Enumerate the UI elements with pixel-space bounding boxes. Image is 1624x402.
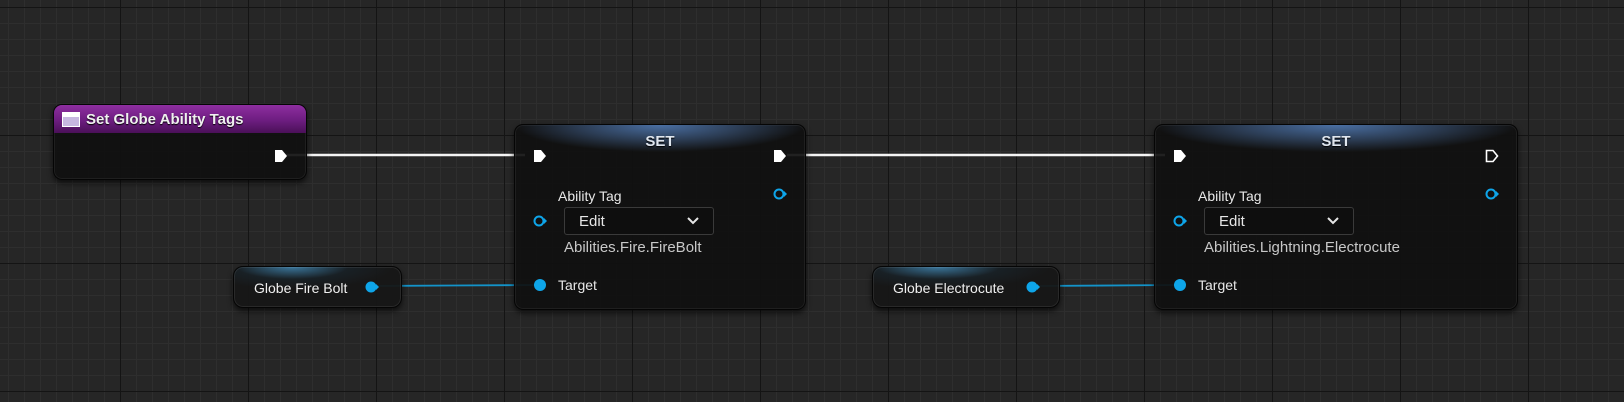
chevron-down-icon: [687, 217, 699, 225]
exec-input-pin[interactable]: [533, 149, 547, 163]
ability-tag-value: Abilities.Fire.FireBolt: [564, 239, 702, 256]
target-label: Target: [1198, 277, 1237, 293]
variable-output-pin[interactable]: [365, 280, 379, 294]
variable-label: Globe Electrocute: [893, 280, 1005, 296]
target-input-pin[interactable]: [533, 278, 547, 292]
variable-node-globe-electrocute[interactable]: Globe Electrocute: [872, 266, 1060, 308]
variable-label: Globe Fire Bolt: [254, 280, 348, 296]
target-label: Target: [558, 277, 597, 293]
event-node-title: Set Globe Ability Tags: [86, 110, 244, 128]
event-node-header: Set Globe Ability Tags: [54, 105, 306, 133]
exec-input-pin[interactable]: [1173, 149, 1187, 163]
exec-output-pin-unconnected[interactable]: [1485, 149, 1499, 163]
chevron-down-icon: [1327, 217, 1339, 225]
set-node-header: SET: [515, 125, 805, 155]
exec-output-pin[interactable]: [274, 149, 288, 163]
ability-tag-output-pin[interactable]: [773, 187, 787, 201]
event-icon: [62, 111, 80, 127]
ability-tag-input-pin[interactable]: [1173, 214, 1187, 228]
ability-tag-dropdown[interactable]: Edit: [564, 207, 714, 235]
variable-output-pin[interactable]: [1026, 280, 1040, 294]
target-input-pin[interactable]: [1173, 278, 1187, 292]
ability-tag-output-pin[interactable]: [1485, 187, 1499, 201]
set-node-lightning[interactable]: SET Ability Tag Edit Abilities.Lightning…: [1154, 124, 1518, 310]
custom-event-node[interactable]: Set Globe Ability Tags: [53, 104, 307, 180]
ability-tag-label: Ability Tag: [1198, 188, 1262, 204]
ability-tag-dropdown[interactable]: Edit: [1204, 207, 1354, 235]
ability-tag-value: Abilities.Lightning.Electrocute: [1204, 239, 1400, 256]
exec-output-pin[interactable]: [773, 149, 787, 163]
ability-tag-label: Ability Tag: [558, 188, 622, 204]
set-node-header: SET: [1155, 125, 1517, 155]
ability-tag-input-pin[interactable]: [533, 214, 547, 228]
variable-node-globe-fire-bolt[interactable]: Globe Fire Bolt: [233, 266, 402, 308]
set-node-fire[interactable]: SET Ability Tag Edit Abilities.Fire.Fire…: [514, 124, 806, 310]
dropdown-value: Edit: [579, 212, 605, 230]
dropdown-value: Edit: [1219, 212, 1245, 230]
